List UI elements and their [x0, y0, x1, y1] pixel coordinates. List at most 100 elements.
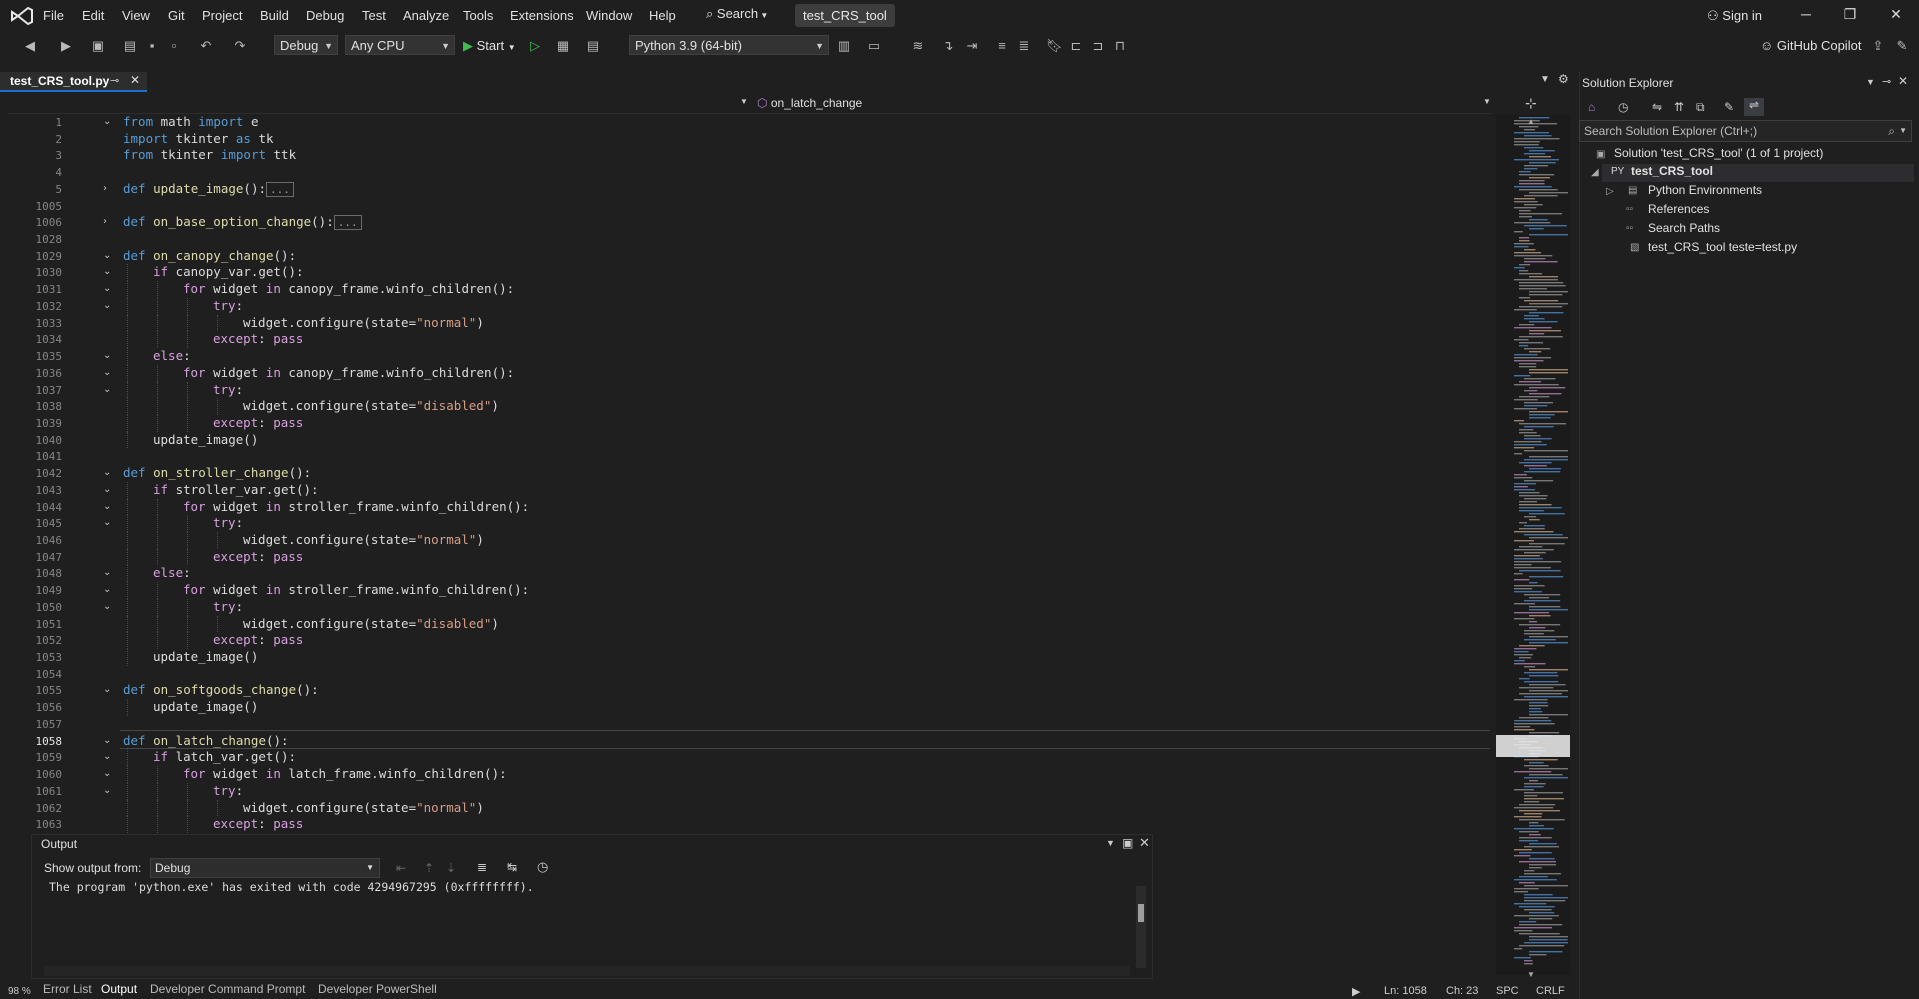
close-panel-icon[interactable]: ✕ [1139, 835, 1150, 851]
code-line[interactable]: from math import e [123, 114, 258, 131]
home-icon[interactable]: ⌂ [1588, 100, 1595, 114]
clear-all-icon[interactable]: ≣ [477, 860, 487, 874]
code-line[interactable]: for widget in latch_frame.winfo_children… [183, 766, 507, 783]
tree-item-references[interactable]: References [1648, 202, 1709, 216]
close-tab-icon[interactable]: ✕ [130, 73, 140, 87]
preview-selected-icon[interactable]: ⇌ [1744, 98, 1764, 116]
fold-expanded-icon[interactable]: ⌄ [103, 250, 111, 261]
redo-icon[interactable]: ↷ [232, 38, 248, 54]
fold-expanded-icon[interactable]: ⌄ [103, 266, 111, 277]
code-line[interactable]: update_image() [153, 432, 258, 449]
code-line[interactable]: widget.configure(state="disabled") [243, 398, 499, 415]
code-line[interactable]: import tkinter as tk [123, 131, 274, 148]
fold-expanded-icon[interactable]: ⌄ [103, 367, 111, 378]
code-line[interactable]: def update_image():... [123, 181, 294, 198]
fold-expanded-icon[interactable]: ⌄ [103, 384, 111, 395]
next-bookmark-icon[interactable]: ⊐ [1090, 38, 1106, 54]
window-layout-icon[interactable]: ▭ [866, 38, 882, 54]
tree-item-search-paths[interactable]: Search Paths [1648, 221, 1720, 235]
code-line[interactable]: for widget in stroller_frame.winfo_child… [183, 582, 529, 599]
panel-dropdown-icon[interactable]: ▼ [1106, 838, 1115, 848]
code-line[interactable]: else: [153, 348, 191, 365]
comment-icon[interactable]: ≋ [910, 38, 926, 54]
sign-in-button[interactable]: ⚇ Sign in [1707, 8, 1762, 24]
fold-expanded-icon[interactable]: ⌄ [103, 283, 111, 294]
github-copilot-button[interactable]: ☺ GitHub Copilot [1760, 38, 1861, 53]
scroll-right-icon[interactable]: ▶ [1352, 985, 1360, 998]
restore-button[interactable]: ❐ [1840, 6, 1860, 23]
start-debugging-button[interactable]: ▶ Start ▼ [463, 38, 516, 54]
code-line[interactable]: try: [213, 382, 243, 399]
undo-icon[interactable]: ↶ [198, 38, 214, 54]
code-line[interactable]: for widget in canopy_frame.winfo_childre… [183, 365, 514, 382]
menu-help[interactable]: Help [649, 8, 676, 23]
code-line[interactable]: except: pass [213, 549, 303, 566]
fold-expanded-icon[interactable]: ⌄ [103, 735, 111, 746]
code-line[interactable]: update_image() [153, 699, 258, 716]
platform-dropdown[interactable]: Any CPU ▼ [345, 35, 455, 55]
menu-git[interactable]: Git [168, 8, 185, 23]
bottom-tab-developer-powershell[interactable]: Developer PowerShell [318, 982, 437, 996]
fold-expanded-icon[interactable]: ⌄ [103, 517, 111, 528]
menu-edit[interactable]: Edit [82, 8, 104, 23]
code-line[interactable]: if latch_var.get(): [153, 749, 296, 766]
fold-expanded-icon[interactable]: ⌄ [103, 300, 111, 311]
solution-explorer-search-input[interactable]: Search Solution Explorer (Ctrl+;) ⌕ ▼ [1579, 120, 1912, 142]
code-line[interactable]: widget.configure(state="normal") [243, 315, 484, 332]
maximize-panel-icon[interactable]: ▣ [1122, 836, 1133, 850]
se-dropdown-icon[interactable]: ▼ [1866, 77, 1875, 87]
code-line[interactable]: for widget in stroller_frame.winfo_child… [183, 499, 529, 516]
code-line[interactable]: try: [213, 298, 243, 315]
line-indicator[interactable]: Ln: 1058 [1384, 985, 1427, 997]
menu-test[interactable]: Test [362, 8, 386, 23]
code-line[interactable]: else: [153, 565, 191, 582]
member-dropdown[interactable]: ⬡ on_latch_change [757, 96, 862, 110]
menu-build[interactable]: Build [260, 8, 289, 23]
code-line[interactable]: try: [213, 515, 243, 532]
collapse-all-icon[interactable]: ⇈ [1674, 100, 1684, 114]
properties-icon[interactable]: ✎ [1724, 100, 1734, 114]
indent-icon[interactable]: ≡ [994, 38, 1010, 54]
sync-icon[interactable]: ⇋ [1652, 100, 1662, 114]
step-over-icon[interactable]: ⇥ [964, 38, 980, 54]
column-indicator[interactable]: Ch: 23 [1446, 985, 1478, 997]
code-line[interactable]: try: [213, 783, 243, 800]
fold-expanded-icon[interactable]: ⌄ [103, 601, 111, 612]
search-button[interactable]: ⌕ Search ▼ [706, 6, 768, 26]
code-line[interactable]: for widget in canopy_frame.winfo_childre… [183, 281, 514, 298]
code-line[interactable]: except: pass [213, 415, 303, 432]
se-close-icon[interactable]: ✕ [1898, 74, 1908, 88]
history-icon[interactable]: ◷ [1618, 100, 1628, 114]
menu-view[interactable]: View [122, 8, 150, 23]
code-line[interactable]: except: pass [213, 632, 303, 649]
code-line[interactable]: except: pass [213, 331, 303, 348]
code-line[interactable]: from tkinter import ttk [123, 147, 296, 164]
collapsed-region-marker[interactable]: ... [333, 215, 362, 231]
code-line[interactable]: def on_latch_change(): [123, 733, 289, 750]
code-line[interactable]: def on_base_option_change():... [123, 214, 362, 231]
bookmark-icon[interactable]: 🔖︎ [1046, 38, 1063, 54]
code-line[interactable]: widget.configure(state="disabled") [243, 616, 499, 633]
save-icon[interactable]: ▪ [144, 38, 160, 54]
collapsed-region-marker[interactable]: ... [266, 181, 294, 197]
fold-expanded-icon[interactable]: ⌄ [103, 785, 111, 796]
scroll-down-icon[interactable]: ▼ [1527, 970, 1535, 979]
collapsed-chevron-icon[interactable]: ▷ [1606, 186, 1614, 197]
menu-window[interactable]: Window [586, 8, 632, 23]
fold-expanded-icon[interactable]: ⌄ [103, 501, 111, 512]
outdent-icon[interactable]: ≣ [1016, 38, 1032, 54]
layout-icon[interactable]: ▤ [585, 38, 601, 54]
split-editor-icon[interactable]: ⊹ [1525, 95, 1537, 112]
fold-expanded-icon[interactable]: ⌄ [103, 584, 111, 595]
code-line[interactable]: def on_canopy_change(): [123, 248, 296, 265]
menu-debug[interactable]: Debug [306, 8, 344, 23]
bottom-tab-output[interactable]: Output [101, 982, 137, 996]
clear-bookmarks-icon[interactable]: ⊓ [1112, 38, 1128, 54]
se-pin-icon[interactable]: ⊸ [1882, 75, 1891, 88]
find-message-icon[interactable]: ⇤ [396, 861, 406, 875]
settings-icon[interactable]: ⚙ [1558, 72, 1569, 86]
navigate-forward-icon[interactable]: ▶ [58, 38, 74, 54]
navigate-back-icon[interactable]: ◀ [22, 38, 38, 54]
menu-file[interactable]: File [43, 8, 64, 23]
python-environment-dropdown[interactable]: Python 3.9 (64-bit) ▼ [629, 35, 829, 55]
